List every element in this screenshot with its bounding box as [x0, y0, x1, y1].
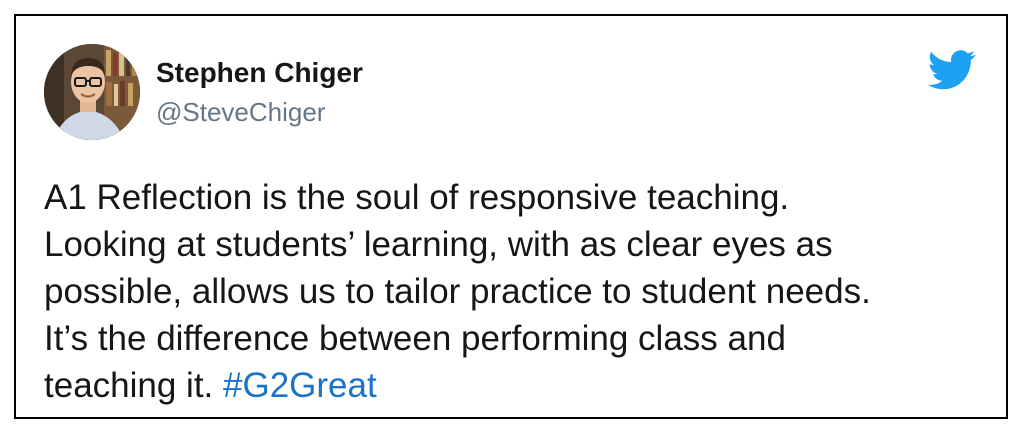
- tweet-line: possible, allows us to tailor practice t…: [44, 272, 871, 311]
- tweet-line: It’s the difference between performing c…: [44, 319, 786, 358]
- twitter-bird-icon[interactable]: [927, 50, 976, 90]
- tweet-text: A1 Reflection is the soul of responsive …: [44, 174, 984, 409]
- tweet-card-frame: Stephen Chiger @SteveChiger A1 Reflectio…: [14, 14, 1008, 419]
- avatar-photo: [44, 44, 140, 140]
- author-name[interactable]: Stephen Chiger: [156, 56, 363, 90]
- tweet-line-last: teaching it. #G2Great: [44, 362, 984, 409]
- tweet-card[interactable]: Stephen Chiger @SteveChiger A1 Reflectio…: [16, 16, 1006, 417]
- tweet-line-prefix: teaching it.: [44, 366, 223, 405]
- avatar[interactable]: [44, 44, 140, 140]
- tweet-line: Looking at students’ learning, with as c…: [44, 225, 833, 264]
- author-handle[interactable]: @SteveChiger: [156, 96, 325, 128]
- tweet-line: A1 Reflection is the soul of responsive …: [44, 178, 790, 217]
- hashtag-link[interactable]: #G2Great: [223, 366, 377, 405]
